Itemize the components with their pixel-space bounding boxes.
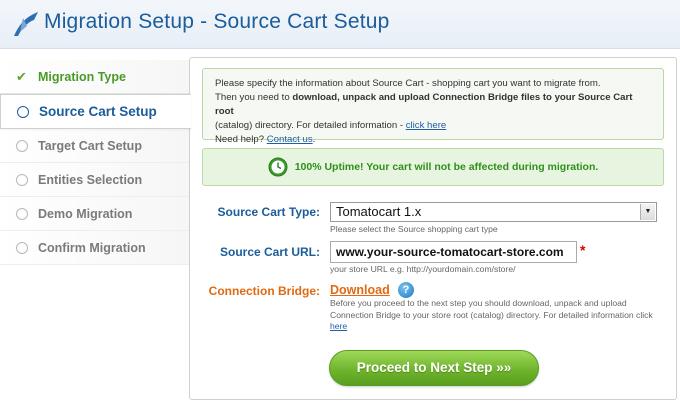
setup-panel: Please specify the information about Sou… [189,57,677,400]
circle-icon [16,139,28,152]
step-source-cart-setup[interactable]: Source Cart Setup [0,94,191,129]
cart-url-input[interactable]: www.your-source-tomatocart-store.com [330,241,577,263]
info-text: (catalog) directory. For detailed inform… [215,120,406,131]
help-text: . [312,134,316,145]
help-text: Need help? [215,134,267,145]
uptime-notice: 100% Uptime! Your cart will not be affec… [202,148,664,186]
cart-url-label: Source Cart URL: [219,245,320,259]
cart-type-hint: Please select the Source shopping cart t… [330,224,498,234]
uptime-text: 100% Uptime! Your cart will not be affec… [294,161,599,173]
clock-icon [268,157,288,177]
info-line: (catalog) directory. For detailed inform… [215,119,651,133]
click-here-link[interactable]: click here [406,120,447,131]
step-label: Entities Selection [38,172,143,187]
checkmark-icon: ✔ [16,68,27,84]
step-label: Target Cart Setup [38,138,142,153]
step-confirm-migration[interactable]: Confirm Migration [0,231,190,265]
step-label: Migration Type [38,69,126,84]
step-label: Demo Migration [38,206,133,221]
cart-type-select[interactable]: Tomatocart 1.x ▼ [330,202,657,222]
circle-icon [16,207,28,220]
here-link[interactable]: here [330,321,347,331]
step-entities-selection[interactable]: Entities Selection [0,163,190,197]
info-line: Please specify the information about Sou… [215,78,601,89]
info-box: Please specify the information about Sou… [202,68,664,145]
step-target-cart-setup[interactable]: Target Cart Setup [0,129,190,163]
proceed-next-step-button[interactable]: Proceed to Next Step »» [329,350,539,386]
step-label: Confirm Migration [38,240,146,255]
bridge-desc-text: Before you proceed to the next step you … [330,298,653,320]
bridge-label: Connection Bridge: [208,284,320,298]
page-header: Migration Setup - Source Cart Setup [0,0,680,49]
help-line: Need help? Contact us. [215,133,651,147]
help-icon[interactable]: ? [398,282,414,298]
chevron-down-icon[interactable]: ▼ [640,204,655,220]
info-line: Then you need to download, unpack and up… [215,91,651,119]
contact-us-link[interactable]: Contact us [267,134,313,145]
cart-type-value: Tomatocart 1.x [336,204,422,219]
steps-sidebar: ✔ Migration Type Source Cart Setup Targe… [0,60,191,265]
required-asterisk: * [580,242,586,258]
circle-icon [16,173,28,186]
circle-icon [17,105,29,118]
info-text: Then you need to [215,92,293,103]
step-demo-migration[interactable]: Demo Migration [0,197,190,231]
page-title: Migration Setup - Source Cart Setup [44,10,390,33]
step-migration-type[interactable]: ✔ Migration Type [0,60,190,94]
migration-arrow-icon [14,12,38,36]
step-label: Source Cart Setup [39,104,157,119]
cart-url-hint: your store URL e.g. http://yourdomain.co… [330,264,516,274]
circle-icon [16,241,28,254]
bridge-description: Before you proceed to the next step you … [330,298,660,333]
download-bridge-link[interactable]: Download [330,283,390,297]
cart-type-label: Source Cart Type: [217,205,320,219]
